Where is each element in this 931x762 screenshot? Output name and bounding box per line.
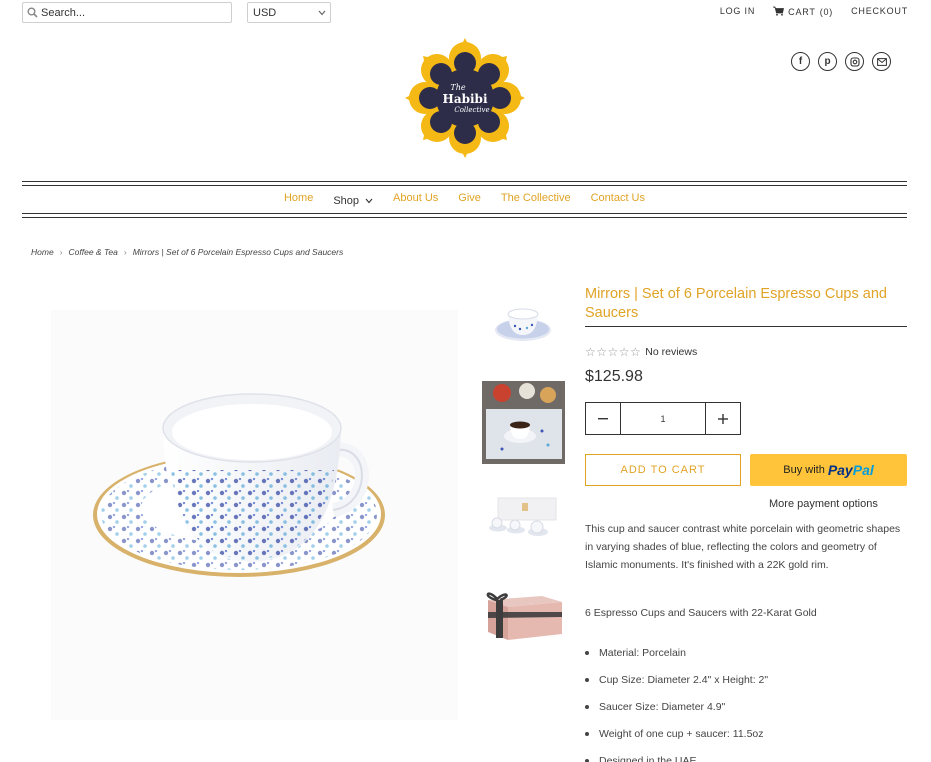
nav-item-shop-label: Shop [333,195,360,207]
nav-bottom-rule [22,213,907,214]
quantity-stepper: 1 [585,402,741,435]
logo-text-habibi: Habibi [442,91,488,106]
list-item: Weight of one cup + saucer: 11.5oz [585,726,768,753]
currency-value: USD [253,6,277,19]
checkout-link[interactable]: CHECKOUT [851,6,908,18]
chevron-right-icon: › [123,247,127,257]
nav-item-home[interactable]: Home [284,192,313,210]
product-description: This cup and saucer contrast white porce… [585,523,901,571]
chevron-down-icon [318,7,326,19]
search-icon [23,3,41,22]
main-nav: Home Shop About Us Give The Collective C… [22,192,907,210]
nav-top-rule-2 [22,185,907,186]
quantity-input[interactable]: 1 [620,403,706,434]
list-item: Designed in the UAE [585,753,768,762]
product-thumbnail-4[interactable] [482,578,565,661]
increase-quantity-button[interactable] [706,403,740,434]
breadcrumb-category[interactable]: Coffee & Tea [69,247,118,257]
list-item: Material: Porcelain [585,645,768,672]
chevron-right-icon: › [59,247,63,257]
product-thumbnail-1[interactable] [482,286,565,369]
decrease-quantity-button[interactable] [586,403,620,434]
list-item: Cup Size: Diameter 2.4" x Height: 2" [585,672,768,699]
product-thumbnail-2[interactable] [482,381,565,464]
nav-top-rule [22,181,907,182]
product-main-image[interactable] [51,310,458,720]
product-subline: 6 Espresso Cups and Saucers with 22-Kara… [585,607,817,619]
email-icon[interactable] [872,52,891,71]
add-to-cart-button[interactable]: ADD TO CART [585,454,741,486]
logo-text-the: The [450,82,466,92]
product-price: $125.98 [585,368,643,385]
account-links: LOG IN CART (0) CHECKOUT [720,6,908,18]
nav-item-shop[interactable]: Shop [333,192,373,210]
list-item: Saucer Size: Diameter 4.9" [585,699,768,726]
nav-item-collective[interactable]: The Collective [501,192,571,210]
breadcrumb: Home › Coffee & Tea › Mirrors | Set of 6… [31,247,343,257]
chevron-down-icon [365,195,373,207]
search-input[interactable] [41,6,221,19]
paypal-button[interactable]: Buy with Pay Pal [750,454,907,486]
logo-text-collective: Collective [454,105,490,114]
title-divider [585,326,907,327]
star-rating-icon: ☆☆☆☆☆ [585,345,642,359]
facebook-icon[interactable]: f [791,52,810,71]
nav-item-contact[interactable]: Contact Us [591,192,645,210]
more-payment-options-link[interactable]: More payment options [769,498,878,510]
login-link[interactable]: LOG IN [720,6,755,18]
paypal-button-label: Buy with [783,464,825,476]
site-logo[interactable]: The Habibi Collective [404,37,526,159]
social-links: f p [791,52,891,71]
cart-link[interactable]: CART (0) [773,6,833,18]
pinterest-icon[interactable]: p [818,52,837,71]
product-thumbnail-3[interactable] [482,476,565,559]
currency-select[interactable]: USD [247,2,331,23]
nav-item-give[interactable]: Give [458,192,481,210]
instagram-icon[interactable] [845,52,864,71]
search-box[interactable] [22,2,232,23]
paypal-logo-pal: Pal [852,462,874,478]
nav-item-about[interactable]: About Us [393,192,438,210]
paypal-logo-pay: Pay [827,462,853,478]
product-specs: Material: Porcelain Cup Size: Diameter 2… [585,645,768,762]
product-title: Mirrors | Set of 6 Porcelain Espresso Cu… [585,286,887,321]
breadcrumb-home[interactable]: Home [31,247,54,257]
breadcrumb-current: Mirrors | Set of 6 Porcelain Espresso Cu… [132,247,344,257]
nav-bottom-rule-2 [22,217,907,218]
cart-count: (0) [819,7,834,17]
cart-icon [773,6,785,18]
review-summary[interactable]: ☆☆☆☆☆ No reviews [585,345,697,359]
review-count: No reviews [645,346,698,358]
cart-label: CART [788,7,816,17]
